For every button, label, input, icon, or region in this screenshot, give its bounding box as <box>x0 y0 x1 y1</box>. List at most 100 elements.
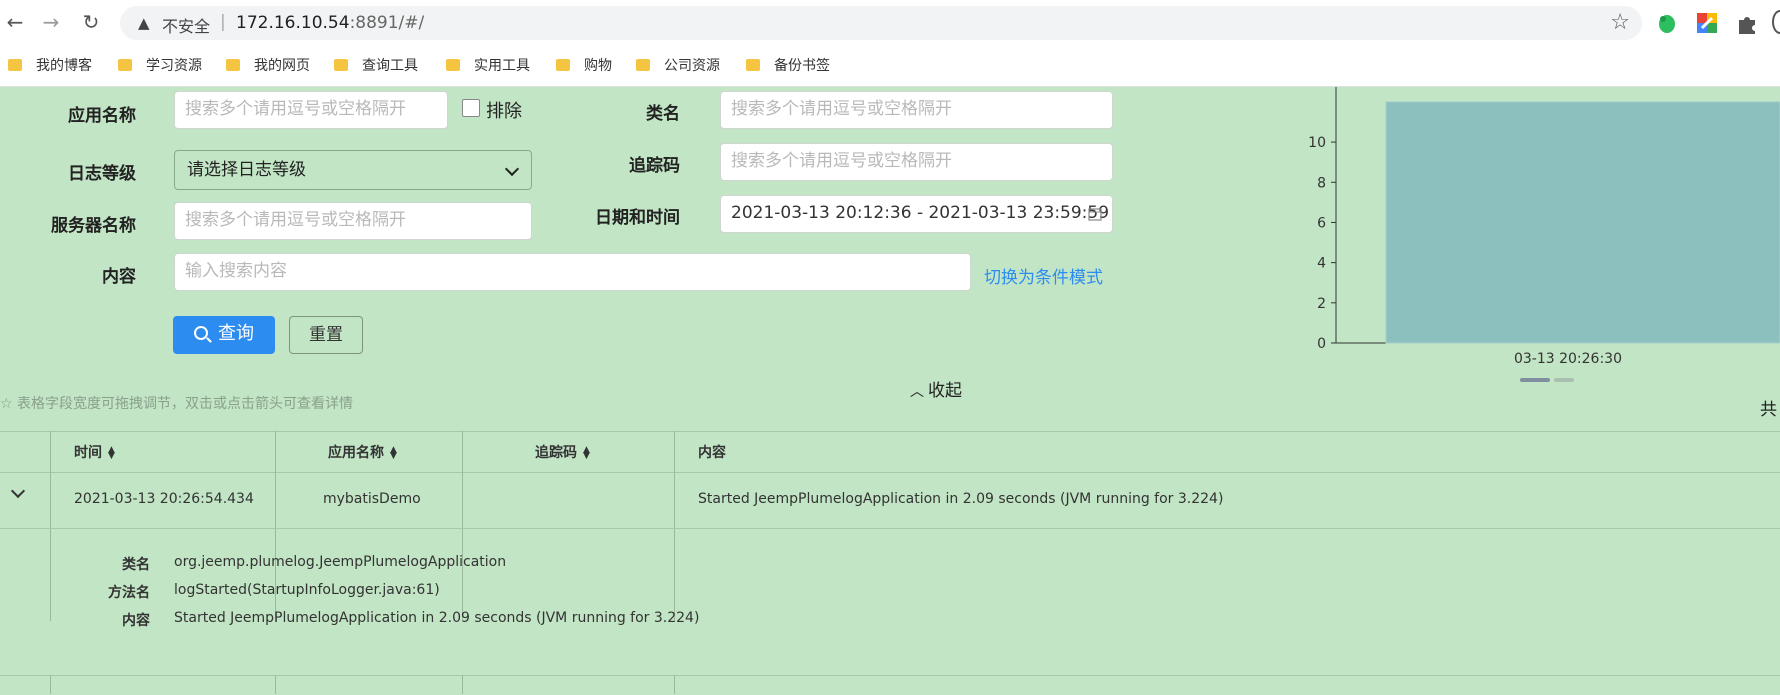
bookmark-star-icon[interactable]: ☆ <box>1610 10 1630 35</box>
bookmark-folder[interactable]: 查询工具 <box>334 55 418 75</box>
detail-method-label: 方法名 <box>108 585 150 601</box>
folder-icon <box>556 59 570 71</box>
folder-icon <box>446 59 460 71</box>
exclude-label: 排除 <box>486 101 522 122</box>
warning-icon: ▲ <box>138 14 150 32</box>
column-header-label: 内容 <box>698 445 726 461</box>
detail-class-label: 类名 <box>122 557 150 573</box>
y-tick-label: 0 <box>1317 336 1326 352</box>
folder-icon <box>334 59 348 71</box>
bookmark-folder[interactable]: 学习资源 <box>118 55 202 75</box>
class-input[interactable]: 搜索多个请用逗号或空格隔开 <box>720 91 1113 129</box>
log-count-chart: 0 2 4 6 8 10 03-13 20:26:30 <box>1308 87 1780 367</box>
class-label: 类名 <box>646 104 680 124</box>
forward-icon[interactable]: → <box>40 11 62 33</box>
column-header-trace[interactable]: 追踪码 ▲ ▼ <box>535 442 590 462</box>
folder-icon <box>636 59 650 71</box>
app-name-label: 应用名称 <box>68 106 136 126</box>
column-header-label: 追踪码 <box>535 445 577 461</box>
address-bar[interactable]: ▲ 不安全 | 172.16.10.54:8891/#/ ☆ <box>120 6 1642 40</box>
detail-class-value: org.jeemp.plumelog.JeempPlumelogApplicat… <box>174 554 507 570</box>
detail-content-value: Started JeempPlumelogApplication in 2.09… <box>174 610 700 626</box>
chart-zoom-handle[interactable] <box>1520 378 1550 382</box>
x-tick-label: 03-13 20:26:30 <box>1514 351 1622 367</box>
content-label: 内容 <box>102 267 136 287</box>
log-level-value: 请选择日志等级 <box>187 160 306 180</box>
bookmark-label: 实用工具 <box>474 58 530 74</box>
app-name-input[interactable]: 搜索多个请用逗号或空格隔开 <box>174 91 448 129</box>
bookmark-folder[interactable]: 我的博客 <box>8 55 92 75</box>
folder-icon <box>226 59 240 71</box>
server-name-label: 服务器名称 <box>51 216 136 236</box>
column-divider[interactable] <box>674 675 675 694</box>
table-header <box>0 431 1780 473</box>
bookmark-folder[interactable]: 我的网页 <box>226 55 310 75</box>
detail-content-label: 内容 <box>122 613 150 629</box>
bookmark-label: 我的博客 <box>36 58 92 74</box>
bookmark-folder[interactable]: 购物 <box>556 55 612 75</box>
reset-button[interactable]: 重置 <box>289 316 363 354</box>
chevron-up-icon: ︿ <box>910 384 924 400</box>
switch-condition-mode-link[interactable]: 切换为条件模式 <box>984 263 1103 288</box>
url-host: 172.16.10.54 <box>236 13 350 33</box>
cell-time: 2021-03-13 20:26:54.434 <box>74 491 254 507</box>
content-search-input[interactable]: 输入搜索内容 <box>174 253 971 291</box>
bookmark-folder[interactable]: 备份书签 <box>746 55 830 75</box>
column-header-app[interactable]: 应用名称 ▲ ▼ <box>328 442 397 462</box>
log-level-label: 日志等级 <box>68 164 136 184</box>
browser-toolbar: ← → ↻ ▲ 不安全 | 172.16.10.54:8891/#/ ☆ <box>0 0 1780 44</box>
bookmark-folder[interactable]: 实用工具 <box>446 55 530 75</box>
column-header-time[interactable]: 时间 ▲ ▼ <box>74 442 115 462</box>
evernote-icon[interactable] <box>1656 12 1678 34</box>
column-header-label: 时间 <box>74 445 102 461</box>
server-name-input[interactable]: 搜索多个请用逗号或空格隔开 <box>174 202 532 240</box>
column-divider[interactable] <box>275 675 276 694</box>
reload-icon[interactable]: ↻ <box>80 11 102 33</box>
y-tick-label: 2 <box>1317 296 1326 312</box>
folder-icon <box>8 59 22 71</box>
collapse-toggle[interactable]: ︿ 收起 <box>910 376 962 401</box>
bookmarks-bar: 我的博客 学习资源 我的网页 查询工具 实用工具 购物 公司资源 备份书签 <box>0 44 1780 87</box>
bookmark-folder[interactable]: 公司资源 <box>636 55 720 75</box>
total-count-prefix: 共 <box>1760 400 1777 420</box>
bookmark-label: 备份书签 <box>774 58 830 74</box>
y-tick-label: 8 <box>1317 175 1326 191</box>
table-hint: ☆ 表格字段宽度可拖拽调节，双击或点击箭头可查看详情 <box>0 396 353 412</box>
url-path: :8891/#/ <box>349 13 425 33</box>
bookmark-label: 查询工具 <box>362 58 418 74</box>
chart-x-axis: 03-13 20:26:30 <box>1514 351 1622 367</box>
cell-app-name: mybatisDemo <box>323 491 421 507</box>
log-level-select[interactable]: 请选择日志等级 <box>174 150 532 190</box>
datetime-range-input[interactable]: 2021-03-13 20:12:36 - 2021-03-13 23:59:5… <box>720 195 1113 233</box>
query-button[interactable]: 查询 <box>173 316 275 354</box>
datetime-label: 日期和时间 <box>595 208 680 228</box>
sort-icon[interactable]: ▲ ▼ <box>108 446 115 461</box>
chart-bar[interactable] <box>1385 101 1780 344</box>
column-divider[interactable] <box>50 675 51 694</box>
back-icon[interactable]: ← <box>4 11 26 33</box>
bookmark-label: 学习资源 <box>146 58 202 74</box>
profile-avatar[interactable] <box>1772 10 1780 34</box>
trace-input[interactable]: 搜索多个请用逗号或空格隔开 <box>720 143 1113 181</box>
extensions-puzzle-icon[interactable] <box>1736 12 1758 34</box>
table-row[interactable] <box>0 675 1780 695</box>
column-header-label: 应用名称 <box>328 445 384 461</box>
sort-icon[interactable]: ▲ ▼ <box>583 446 590 461</box>
chart-zoom-track[interactable] <box>1554 378 1574 382</box>
y-tick-label: 4 <box>1317 256 1326 272</box>
search-icon <box>194 326 208 340</box>
url-text[interactable]: 172.16.10.54:8891/#/ <box>236 13 424 33</box>
datetime-value: 2021-03-13 20:12:36 - 2021-03-13 23:59:5… <box>731 203 1110 223</box>
bookmark-label: 公司资源 <box>664 58 720 74</box>
color-extension-icon[interactable] <box>1696 12 1718 34</box>
column-divider[interactable] <box>462 675 463 694</box>
sort-icon[interactable]: ▲ ▼ <box>390 446 397 461</box>
query-button-label: 查询 <box>218 323 254 344</box>
cell-content: Started JeempPlumelogApplication in 2.09… <box>698 491 1224 507</box>
chart-y-axis: 0 2 4 6 8 10 <box>1308 135 1336 352</box>
column-header-content[interactable]: 内容 <box>698 442 726 462</box>
trace-label: 追踪码 <box>629 156 680 176</box>
row-detail-panel: 类名 org.jeemp.plumelog.JeempPlumelogAppli… <box>0 529 1780 629</box>
detail-method-value: logStarted(StartupInfoLogger.java:61) <box>174 582 440 598</box>
exclude-checkbox[interactable] <box>462 99 480 117</box>
